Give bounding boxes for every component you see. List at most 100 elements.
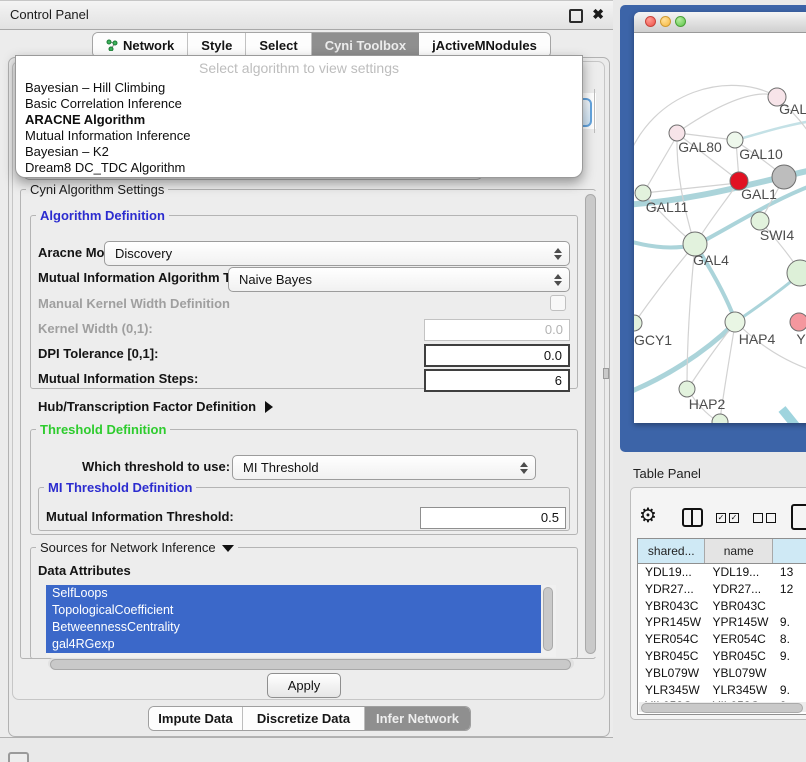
network-window[interactable]: GAL7GAL80GAL10GAL1GAL11SWI4GAL4GCY1HAP4Y… xyxy=(634,12,806,423)
table-scrollbar-thumb[interactable] xyxy=(641,703,803,713)
tab-infer-network[interactable]: Infer Network xyxy=(365,707,470,730)
threshold-definition-legend: Threshold Definition xyxy=(36,422,170,437)
algorithm-option-bayesian-hill-climbing[interactable]: Bayesian – Hill Climbing xyxy=(16,80,582,96)
dpi-tolerance-field[interactable]: 0.0 xyxy=(424,344,570,367)
tab-network[interactable]: Network xyxy=(93,33,188,57)
hidden-border-fragment xyxy=(594,89,595,133)
attribute-item-selfloops[interactable]: SelfLoops xyxy=(46,585,541,602)
table-cell: YPR145W xyxy=(638,614,705,631)
table-row[interactable]: YER054CYER054C8. xyxy=(638,631,806,648)
table-header-row: shared...name xyxy=(638,539,806,564)
close-window-icon[interactable] xyxy=(645,16,656,27)
table-cell: 8. xyxy=(773,631,806,648)
horizontal-scrollbar-thumb[interactable] xyxy=(50,659,571,670)
hub-definition-label: Hub/Transcription Factor Definition xyxy=(38,399,256,414)
vertical-scrollbar[interactable] xyxy=(584,191,596,657)
network-edge[interactable] xyxy=(678,94,775,132)
select-all-icon[interactable]: ✓✓ xyxy=(716,513,739,523)
list-scrollbar[interactable] xyxy=(543,587,553,651)
network-node-y[interactable] xyxy=(790,313,806,331)
manual-kernel-checkbox[interactable] xyxy=(550,295,566,311)
attribute-item-betweennesscentrality[interactable]: BetweennessCentrality xyxy=(46,619,541,636)
tab-discretize-data[interactable]: Discretize Data xyxy=(243,707,365,730)
table-horizontal-scrollbar[interactable] xyxy=(639,702,806,712)
close-icon[interactable]: ✖ xyxy=(592,6,604,23)
algorithm-option-aracne-algorithm[interactable]: ARACNE Algorithm xyxy=(16,112,582,128)
splitter-grip[interactable] xyxy=(603,368,609,379)
table-body: YDL19...YDL19...13YDR27...YDR27...12YBR0… xyxy=(638,564,806,704)
table-cell: YPR145W xyxy=(705,614,772,631)
table-cell: YER054C xyxy=(638,631,705,648)
tab-cyni-toolbox[interactable]: Cyni Toolbox xyxy=(312,33,419,57)
zoom-window-icon[interactable] xyxy=(675,16,686,27)
tab-style[interactable]: Style xyxy=(188,33,246,57)
table-panel-title: Table Panel xyxy=(633,466,701,481)
deselect-all-icon[interactable] xyxy=(753,513,776,523)
network-node[interactable] xyxy=(712,414,728,423)
network-edge[interactable] xyxy=(782,409,806,423)
network-node[interactable] xyxy=(772,165,796,189)
network-edge[interactable] xyxy=(736,120,806,140)
table-cell: YBR045C xyxy=(638,648,705,665)
algorithm-option-bayesian-k2[interactable]: Bayesian – K2 xyxy=(16,144,582,160)
mi-steps-field[interactable]: 6 xyxy=(424,369,570,392)
stepper-icon xyxy=(550,248,566,260)
column-header-shared-[interactable]: shared... xyxy=(638,539,705,563)
tab-label: Select xyxy=(259,38,297,53)
apply-button[interactable]: Apply xyxy=(267,673,341,698)
table-row[interactable]: YDL19...YDL19...13 xyxy=(638,564,806,581)
network-edge[interactable] xyxy=(635,249,691,322)
split-panel-icon[interactable] xyxy=(682,508,703,527)
column-header-3[interactable] xyxy=(773,539,806,563)
gear-icon[interactable]: ⚙ xyxy=(639,503,657,528)
table-cell: 13 xyxy=(773,564,806,581)
manual-kernel-label: Manual Kernel Width Definition xyxy=(38,296,230,312)
mi-threshold-field[interactable]: 0.5 xyxy=(420,507,566,529)
tab-impute-data[interactable]: Impute Data xyxy=(149,707,243,730)
network-edge[interactable] xyxy=(644,134,678,192)
table-row[interactable]: YPR145WYPR145W9. xyxy=(638,614,806,631)
algorithm-option-mutual-information-inference[interactable]: Mutual Information Inference xyxy=(16,128,582,144)
collapsed-arrow-icon xyxy=(265,401,273,413)
horizontal-scrollbar[interactable] xyxy=(48,658,574,669)
float-icon[interactable] xyxy=(569,9,583,23)
kernel-width-label: Kernel Width (0,1): xyxy=(38,321,153,337)
kernel-width-field[interactable]: 0.0 xyxy=(424,319,570,341)
table-row[interactable]: YBR045CYBR045C9. xyxy=(638,648,806,665)
vertical-scrollbar-thumb[interactable] xyxy=(585,194,596,654)
aracne-mode-select[interactable]: Discovery xyxy=(104,241,570,266)
table-cell: YBR043C xyxy=(705,598,772,615)
tab-jactivemnodules[interactable]: jActiveMNodules xyxy=(419,33,550,57)
node-label: SWI4 xyxy=(760,227,794,243)
mi-type-select[interactable]: Naive Bayes xyxy=(228,267,570,292)
network-window-titlebar[interactable] xyxy=(634,12,806,33)
network-node-gcy1[interactable] xyxy=(634,315,642,331)
attribute-item-topologicalcoefficient[interactable]: TopologicalCoefficient xyxy=(46,602,541,619)
table-icon-partial[interactable] xyxy=(791,504,806,530)
table-row[interactable]: YDR27...YDR27...12 xyxy=(638,581,806,598)
mi-type-label: Mutual Information Algorithm Type: xyxy=(38,270,257,286)
table-row[interactable]: YLR345WYLR345W9. xyxy=(638,682,806,699)
network-canvas[interactable]: GAL7GAL80GAL10GAL1GAL11SWI4GAL4GCY1HAP4Y… xyxy=(634,33,806,423)
table-row[interactable]: YBL079WYBL079W xyxy=(638,665,806,682)
minimize-window-icon[interactable] xyxy=(660,16,671,27)
attribute-item-gal4rgexp[interactable]: gal4RGexp xyxy=(46,636,541,653)
which-threshold-select[interactable]: MI Threshold xyxy=(232,455,536,480)
column-header-name[interactable]: name xyxy=(705,539,772,563)
tab-label: Network xyxy=(123,38,174,53)
network-node-hap4[interactable] xyxy=(725,312,745,332)
hub-definition-toggle[interactable]: Hub/Transcription Factor Definition xyxy=(38,399,273,414)
dpi-tolerance-label: DPI Tolerance [0,1]: xyxy=(38,346,158,362)
data-attributes-list[interactable]: SelfLoopsTopologicalCoefficientBetweenne… xyxy=(46,585,556,657)
bottom-left-partial-icon[interactable] xyxy=(8,752,29,762)
algorithm-option-basic-correlation-inference[interactable]: Basic Correlation Inference xyxy=(16,96,582,112)
tab-select[interactable]: Select xyxy=(246,33,311,57)
algorithm-popup: Select algorithm to view settings Bayesi… xyxy=(15,55,583,178)
table-row[interactable]: YBR043CYBR043C xyxy=(638,598,806,615)
expanded-arrow-icon xyxy=(222,545,234,552)
sources-legend[interactable]: Sources for Network Inference xyxy=(36,540,238,555)
bottom-tab-bar: Impute DataDiscretize DataInfer Network xyxy=(148,706,471,731)
network-node-hap2[interactable] xyxy=(679,381,695,397)
algorithm-option-dream8-dc-tdc-algorithm[interactable]: Dream8 DC_TDC Algorithm xyxy=(16,160,582,176)
table-cell: 9. xyxy=(773,682,806,699)
